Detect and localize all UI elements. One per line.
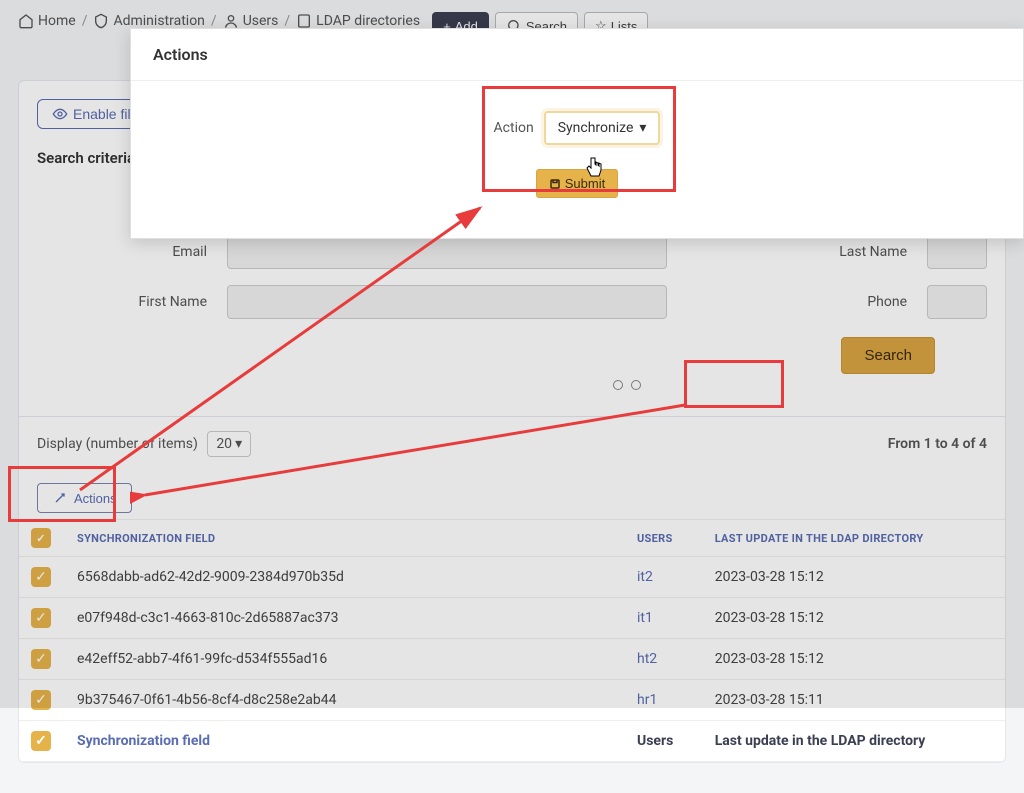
cell-sync: e07f948d-c3c1-4663-810c-2d65887ac373 bbox=[65, 598, 625, 639]
footer-users: Users bbox=[625, 721, 703, 762]
row-checkbox[interactable]: ✓ bbox=[31, 649, 51, 669]
lastname-label: Last Name bbox=[687, 244, 907, 260]
user-icon bbox=[223, 13, 239, 29]
display-label-wrap: Display (number of items) 20 ▾ bbox=[37, 431, 251, 457]
table-footer-row: ✓ Synchronization field Users Last updat… bbox=[19, 721, 1005, 762]
breadcrumb: Home / Administration / Users / LDAP dir… bbox=[18, 13, 420, 29]
row-checkbox[interactable]: ✓ bbox=[31, 567, 51, 587]
col-updated[interactable]: LAST UPDATE IN THE LDAP DIRECTORY bbox=[703, 520, 1005, 557]
user-link[interactable]: it1 bbox=[637, 610, 653, 626]
wand-icon bbox=[52, 490, 68, 506]
dot-icon[interactable] bbox=[613, 380, 623, 390]
footer-updated: Last update in the LDAP directory bbox=[703, 721, 1005, 762]
actions-button-label: Actions bbox=[74, 491, 117, 506]
actions-modal: Actions Action Synchronize ▾ Submit bbox=[130, 28, 1024, 239]
phone-label: Phone bbox=[687, 294, 907, 310]
col-users[interactable]: USERS bbox=[625, 520, 703, 557]
action-select-value: Synchronize bbox=[558, 120, 634, 136]
eye-icon bbox=[52, 106, 68, 122]
breadcrumb-sep: / bbox=[211, 13, 217, 29]
phone-input[interactable] bbox=[927, 285, 987, 319]
cell-updated: 2023-03-28 15:12 bbox=[703, 639, 1005, 680]
chevron-down-icon: ▾ bbox=[235, 436, 242, 452]
chevron-down-icon: ▾ bbox=[639, 120, 646, 136]
breadcrumb-home-label: Home bbox=[38, 13, 76, 29]
per-page-select[interactable]: 20 ▾ bbox=[207, 431, 251, 457]
table-row: ✓ 6568dabb-ad62-42d2-9009-2384d970b35d i… bbox=[19, 557, 1005, 598]
row-checkbox[interactable]: ✓ bbox=[31, 731, 51, 751]
cell-updated: 2023-03-28 15:11 bbox=[703, 680, 1005, 721]
cell-updated: 2023-03-28 15:12 bbox=[703, 598, 1005, 639]
table-row: ✓ 9b375467-0f61-4b56-8cf4-d8c258e2ab44 h… bbox=[19, 680, 1005, 721]
email-label: Email bbox=[37, 244, 207, 260]
save-icon bbox=[549, 178, 561, 190]
dot-icon[interactable] bbox=[631, 380, 641, 390]
row-checkbox[interactable]: ✓ bbox=[31, 690, 51, 710]
search-button[interactable]: Search bbox=[841, 337, 935, 374]
cell-sync: 6568dabb-ad62-42d2-9009-2384d970b35d bbox=[65, 557, 625, 598]
breadcrumb-admin[interactable]: Administration bbox=[93, 13, 204, 29]
user-link[interactable]: hr1 bbox=[637, 692, 657, 708]
book-icon bbox=[296, 13, 312, 29]
footer-sync: Synchronization field bbox=[65, 721, 625, 762]
col-sync[interactable]: SYNCHRONIZATION FIELD bbox=[65, 520, 625, 557]
range-text: From 1 to 4 of 4 bbox=[888, 436, 987, 452]
cell-sync: e42eff52-abb7-4f61-99fc-d534f555ad16 bbox=[65, 639, 625, 680]
pager-dots bbox=[267, 374, 987, 398]
user-link[interactable]: it2 bbox=[637, 569, 653, 585]
table-row: ✓ e42eff52-abb7-4f61-99fc-d534f555ad16 h… bbox=[19, 639, 1005, 680]
breadcrumb-sep: / bbox=[82, 13, 88, 29]
table-row: ✓ e07f948d-c3c1-4663-810c-2d65887ac373 i… bbox=[19, 598, 1005, 639]
firstname-label: First Name bbox=[37, 294, 207, 310]
breadcrumb-sep: / bbox=[284, 13, 290, 29]
display-label: Display (number of items) bbox=[37, 436, 198, 452]
breadcrumb-ldap-label: LDAP directories bbox=[316, 13, 420, 29]
cursor-icon bbox=[585, 157, 603, 183]
lastname-input[interactable] bbox=[927, 235, 987, 269]
action-label: Action bbox=[494, 120, 534, 136]
breadcrumb-admin-label: Administration bbox=[113, 13, 204, 29]
cell-updated: 2023-03-28 15:12 bbox=[703, 557, 1005, 598]
modal-title: Actions bbox=[131, 29, 1023, 81]
home-icon bbox=[18, 13, 34, 29]
action-select[interactable]: Synchronize ▾ bbox=[544, 111, 661, 145]
breadcrumb-users-label: Users bbox=[243, 13, 279, 29]
firstname-input[interactable] bbox=[227, 285, 667, 319]
col-checkbox: ✓ bbox=[19, 520, 65, 557]
per-page-value: 20 bbox=[216, 436, 232, 452]
breadcrumb-home[interactable]: Home bbox=[18, 13, 76, 29]
shield-icon bbox=[93, 13, 109, 29]
row-checkbox[interactable]: ✓ bbox=[31, 608, 51, 628]
submit-button[interactable]: Submit bbox=[536, 169, 618, 198]
breadcrumb-ldap[interactable]: LDAP directories bbox=[296, 13, 420, 29]
cell-sync: 9b375467-0f61-4b56-8cf4-d8c258e2ab44 bbox=[65, 680, 625, 721]
checkbox-all[interactable]: ✓ bbox=[31, 528, 51, 548]
actions-button[interactable]: Actions bbox=[37, 483, 132, 513]
user-link[interactable]: ht2 bbox=[637, 651, 657, 667]
breadcrumb-users[interactable]: Users bbox=[223, 13, 279, 29]
email-input[interactable] bbox=[227, 235, 667, 269]
